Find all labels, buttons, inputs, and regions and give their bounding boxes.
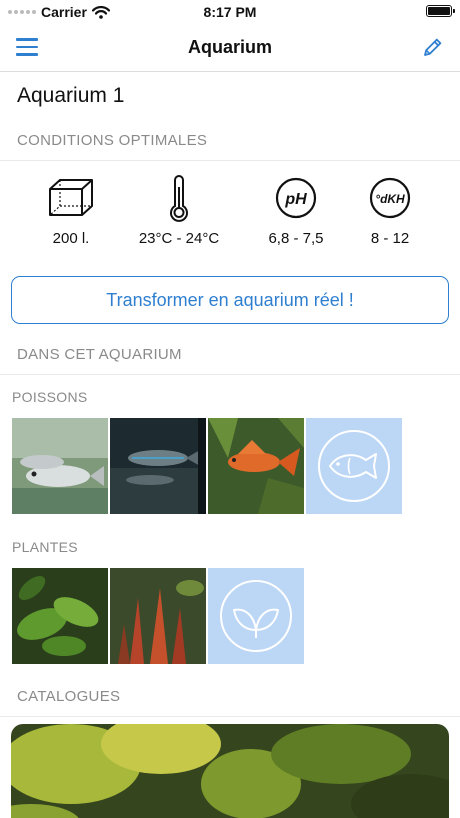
- dkh-icon-label: °dKH: [375, 192, 405, 206]
- fish-thumbnail[interactable]: [12, 418, 108, 514]
- add-plant-placeholder[interactable]: [208, 568, 304, 664]
- section-header-catalogs: CATALOGUES: [17, 688, 121, 705]
- battery-icon: [426, 5, 455, 17]
- fish-icon: [318, 430, 390, 502]
- fish-thumbnail[interactable]: [110, 418, 206, 514]
- condition-volume-value: 200 l.: [52, 230, 90, 247]
- section-header-conditions: CONDITIONS OPTIMALES: [17, 132, 208, 149]
- transform-real-aquarium-button[interactable]: Transformer en aquarium réel !: [11, 276, 449, 324]
- divider: [0, 374, 460, 375]
- divider: [0, 160, 460, 161]
- status-time: 8:17 PM: [203, 4, 257, 20]
- catalog-image: [11, 724, 449, 818]
- nav-bar: Aquarium: [0, 24, 460, 72]
- thermometer-icon: [170, 175, 188, 222]
- condition-dkh-value: 8 - 12: [370, 230, 410, 247]
- fish-thumbnail[interactable]: [208, 418, 304, 514]
- condition-volume: 200 l.: [16, 172, 126, 247]
- pencil-icon[interactable]: [422, 36, 444, 58]
- conditions-row: 200 l. 23°C - 24°C pH 6,8 - 7,5 °dKH 8 -…: [0, 172, 460, 252]
- tank-volume-icon: [49, 179, 93, 216]
- dkh-icon: °dKH: [369, 177, 411, 219]
- ph-icon-label: pH: [284, 191, 307, 208]
- page-title: Aquarium 1: [17, 84, 125, 107]
- condition-temperature-value: 23°C - 24°C: [138, 230, 220, 247]
- divider: [0, 716, 460, 717]
- plants-label: PLANTES: [12, 539, 78, 555]
- plant-thumbnails: [12, 568, 304, 664]
- plant-thumbnail[interactable]: [110, 568, 206, 664]
- leaf-icon: [220, 580, 292, 652]
- condition-dkh: °dKH 8 - 12: [335, 172, 445, 247]
- fish-label: POISSONS: [12, 389, 88, 405]
- catalog-card[interactable]: [11, 724, 449, 818]
- plant-thumbnail[interactable]: [12, 568, 108, 664]
- add-fish-placeholder[interactable]: [306, 418, 402, 514]
- nav-title: Aquarium: [187, 37, 272, 57]
- ph-icon: pH: [275, 177, 317, 219]
- condition-temperature: 23°C - 24°C: [124, 172, 234, 247]
- section-header-in-aquarium: DANS CET AQUARIUM: [17, 346, 182, 363]
- fish-thumbnails: [12, 418, 402, 514]
- status-bar: Carrier 8:17 PM: [0, 0, 460, 24]
